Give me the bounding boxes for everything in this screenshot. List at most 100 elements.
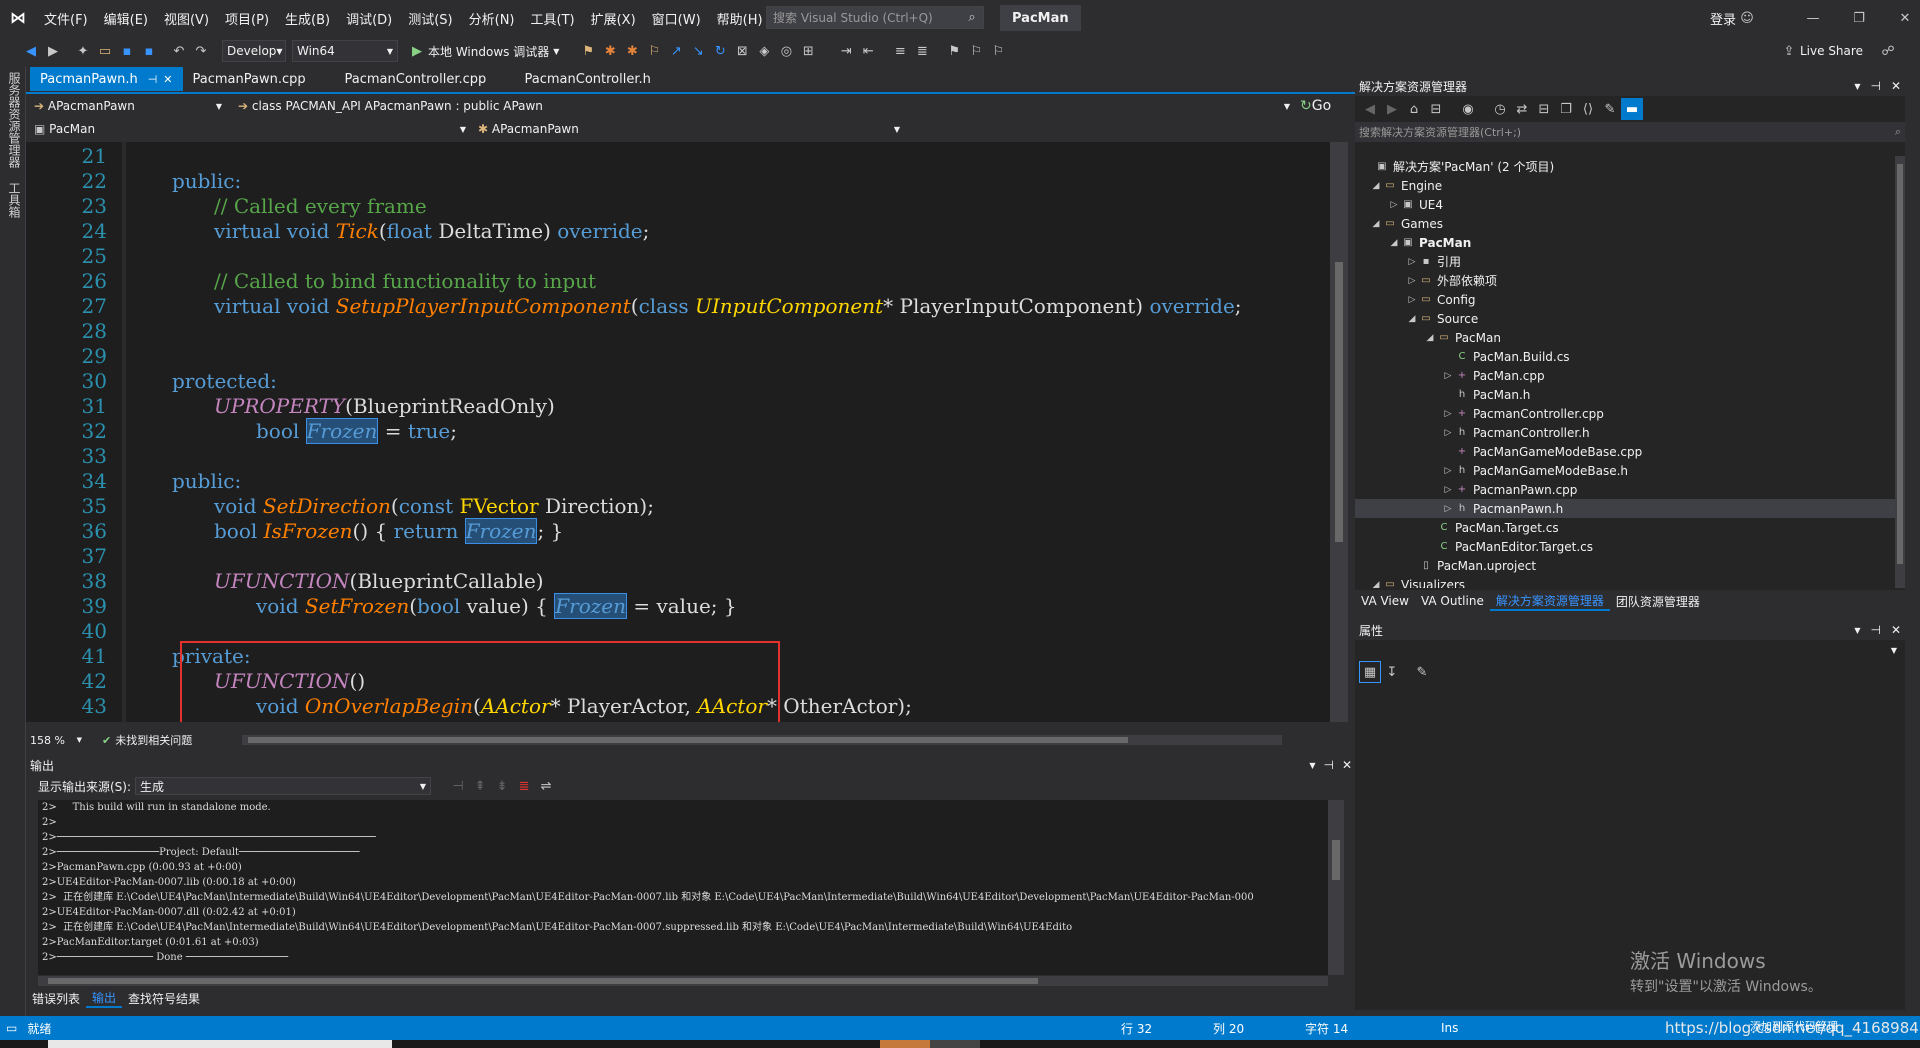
solution-search-box[interactable]: 搜索解决方案资源管理器(Ctrl+;) ⌕ (1355, 122, 1905, 142)
tab-error-list[interactable]: 错误列表 (26, 990, 86, 1007)
back-icon[interactable]: ◀ (1359, 98, 1381, 120)
toolbox-tab[interactable]: 工具箱 (6, 182, 23, 218)
pin-icon[interactable]: ⊣ (1323, 758, 1333, 772)
tab-pacmancontroller-h[interactable]: PacmanController.h (515, 67, 675, 91)
minimize-icon[interactable]: — (1790, 7, 1836, 29)
next-message-icon[interactable]: ⇟ (491, 775, 513, 797)
expand-arrow[interactable]: ◢ (1369, 219, 1383, 229)
tool-icon[interactable]: ✱ (621, 40, 643, 62)
zoom-select[interactable]: 158 % ▼ (26, 732, 86, 748)
categorized-icon[interactable]: ▦ (1359, 661, 1381, 683)
member-select[interactable]: ➔ class PACMAN_API APacmanPawn : public … (234, 95, 1294, 117)
find-message-icon[interactable]: ⊣ (447, 775, 469, 797)
go-button[interactable]: ↻ Go (1300, 98, 1331, 114)
code-icon[interactable]: ⟨⟩ (1577, 98, 1599, 120)
tree-item-source[interactable]: ◢ ▭ Source (1405, 309, 1479, 328)
tree-item-external-deps[interactable]: ▷ ▭ 外部依赖项 (1405, 271, 1497, 290)
close-window-icon[interactable]: ✕ (1882, 7, 1920, 29)
live-share-button[interactable]: ⇪ Live Share ☍ (1778, 40, 1899, 62)
tree-item-file[interactable]: C PacManEditor.Target.cs (1423, 537, 1593, 556)
feedback-icon[interactable]: ☍ (1877, 40, 1899, 62)
tab-pacmanpawn-cpp[interactable]: PacmanPawn.cpp (183, 67, 335, 91)
uncomment-icon[interactable]: ≣ (911, 40, 933, 62)
wrench-icon[interactable]: ✎ (1411, 661, 1433, 683)
show-all-files-icon[interactable]: ◉ (1457, 98, 1479, 120)
properties-object-select[interactable]: ▼ (1355, 640, 1905, 660)
taskbar-item[interactable] (930, 1040, 980, 1048)
expand-arrow[interactable]: ◢ (1405, 314, 1419, 324)
bookmark-icon[interactable]: ⚑ (943, 40, 965, 62)
tree-item-config[interactable]: ▷ ▭ Config (1405, 290, 1476, 309)
forward-icon[interactable]: ▶ (42, 40, 64, 62)
tool-icon[interactable]: ⚐ (643, 40, 665, 62)
close-icon[interactable]: ✕ (1891, 79, 1901, 93)
alphabetical-icon[interactable]: ↧ (1381, 661, 1403, 683)
type-select[interactable]: ➔ APacmanPawn ▼ (30, 95, 226, 117)
menu-view[interactable]: 视图(V) (156, 0, 217, 36)
output-text-area[interactable]: 2> This build will run in standalone mod… (38, 800, 1328, 975)
menu-tools[interactable]: 工具(T) (523, 0, 583, 36)
save-all-icon[interactable]: ▪ (138, 40, 160, 62)
tree-item-pacman-folder[interactable]: ◢ ▭ PacMan (1423, 328, 1501, 347)
tree-item-file[interactable]: + PacManGameModeBase.cpp (1441, 442, 1642, 461)
account-area[interactable]: 登录 ☺ (1710, 6, 1758, 30)
tab-team-explorer[interactable]: 团队资源管理器 (1610, 593, 1706, 610)
comment-icon[interactable]: ≡ (889, 40, 911, 62)
tree-item-file[interactable]: C PacMan.Build.cs (1441, 347, 1570, 366)
tree-item-ue4[interactable]: ▷ ▣ UE4 (1387, 195, 1443, 214)
menu-test[interactable]: 测试(S) (400, 0, 460, 36)
open-icon[interactable]: ▭ (94, 40, 116, 62)
quick-launch-search[interactable]: 搜索 Visual Studio (Ctrl+Q) ⌕ (766, 6, 984, 29)
issues-status[interactable]: 未找到相关问题 (115, 732, 192, 748)
scrollbar-thumb[interactable] (48, 978, 1038, 984)
new-project-icon[interactable]: ✦ (72, 40, 94, 62)
restore-icon[interactable]: ❐ (1836, 7, 1882, 29)
tool-icon[interactable]: ↻ (709, 40, 731, 62)
tree-item-file[interactable]: ▷ h PacmanController.h (1441, 423, 1590, 442)
tool-icon[interactable]: ◎ (775, 40, 797, 62)
word-wrap-icon[interactable]: ⇌ (535, 775, 557, 797)
menu-debug[interactable]: 调试(D) (338, 0, 400, 36)
copy-icon[interactable]: ❐ (1555, 98, 1577, 120)
scrollbar-thumb[interactable] (1897, 164, 1903, 564)
pin-icon[interactable]: ⊣ (148, 73, 158, 86)
project-scope-select[interactable]: ▣ PacMan ▼ (30, 118, 470, 140)
close-icon[interactable]: ✕ (1891, 623, 1901, 637)
history-icon[interactable]: ◷ (1489, 98, 1511, 120)
expand-arrow[interactable]: ▷ (1405, 276, 1419, 286)
preview-icon[interactable]: ▬ (1621, 98, 1643, 120)
login-link[interactable]: 登录 (1710, 9, 1736, 28)
server-explorer-tab[interactable]: 服务器资源管理器 (6, 72, 23, 168)
add-to-source-control[interactable]: 添加到源代码管理 (1750, 1018, 1838, 1034)
outdent-icon[interactable]: ⇤ (857, 40, 879, 62)
tab-va-outline[interactable]: VA Outline (1415, 594, 1490, 608)
properties-wrench-icon[interactable]: ✎ (1599, 98, 1621, 120)
tree-item-pacman-project[interactable]: ◢ ▣ PacMan (1387, 233, 1472, 252)
forward-icon[interactable]: ▶ (1381, 98, 1403, 120)
prev-message-icon[interactable]: ⇞ (469, 775, 491, 797)
tree-item-file[interactable]: ▷ + PacMan.cpp (1441, 366, 1545, 385)
prev-bookmark-icon[interactable]: ⚐ (965, 40, 987, 62)
expand-arrow[interactable]: ▷ (1405, 257, 1419, 267)
save-icon[interactable]: ▪ (116, 40, 138, 62)
next-bookmark-icon[interactable]: ⚐ (987, 40, 1009, 62)
pin-icon[interactable]: ⊣ (1870, 623, 1880, 637)
menu-window[interactable]: 窗口(W) (644, 0, 709, 36)
expand-arrow[interactable]: ◢ (1423, 333, 1437, 343)
undo-icon[interactable]: ↶ (168, 40, 190, 62)
tree-item-solution[interactable]: ▣ 解决方案'PacMan' (2 个项目) (1355, 157, 1895, 176)
home-icon[interactable]: ⌂ (1403, 98, 1425, 120)
code-text-area[interactable]: 21 22 23 24 25 26 27 28 29 30 31 32 33 3… (26, 142, 1330, 722)
menu-analyze[interactable]: 分析(N) (461, 0, 523, 36)
back-icon[interactable]: ◀ (20, 40, 42, 62)
close-icon[interactable]: ✕ (163, 73, 172, 86)
menu-extensions[interactable]: 扩展(X) (583, 0, 644, 36)
output-horizontal-scrollbar[interactable] (38, 976, 1328, 986)
output-source-select[interactable]: 生成 ▼ (135, 777, 432, 795)
menu-project[interactable]: 项目(P) (217, 0, 277, 36)
scrollbar-thumb[interactable] (248, 737, 1129, 743)
taskbar-item[interactable] (880, 1040, 930, 1048)
tree-item-file[interactable]: C PacMan.Target.cs (1423, 518, 1559, 537)
tree-item-references[interactable]: ▷ ▪ 引用 (1405, 252, 1461, 271)
expand-arrow[interactable]: ◢ (1369, 580, 1383, 589)
